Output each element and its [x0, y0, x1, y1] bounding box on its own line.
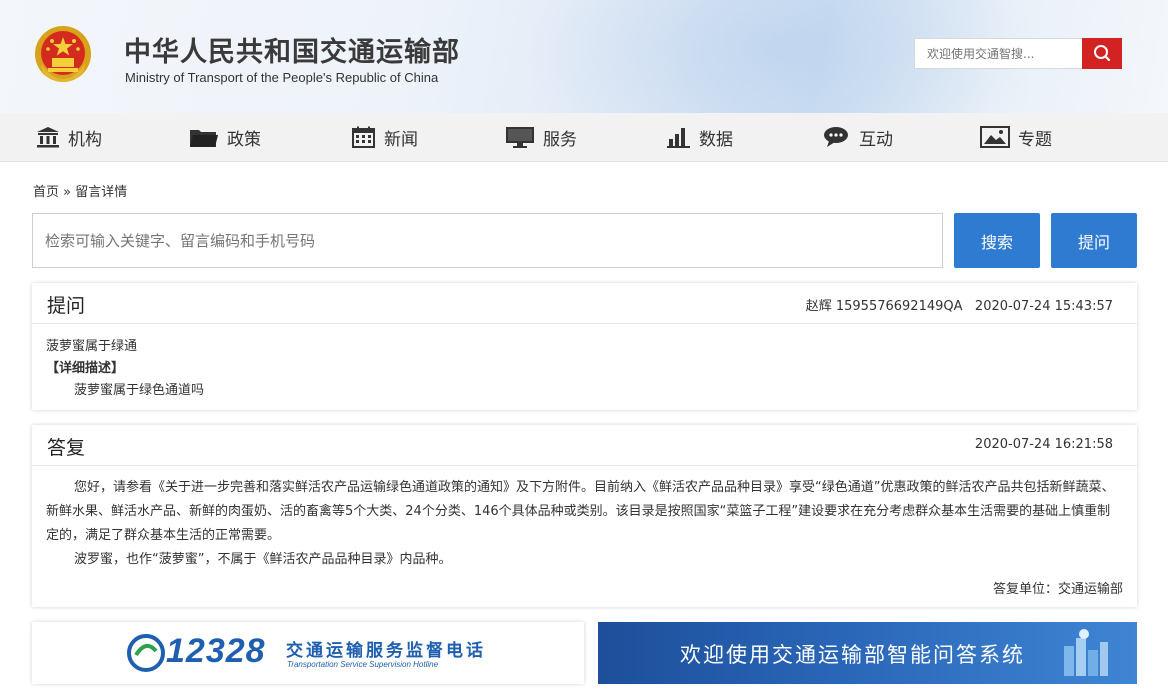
- ask-question-button[interactable]: 提问: [1051, 213, 1137, 268]
- nav-item-zhengce[interactable]: 政策: [189, 113, 261, 161]
- question-detail: 菠萝蜜属于绿色通道吗: [74, 383, 205, 398]
- site-title-en: Ministry of Transport of the People's Re…: [125, 70, 439, 85]
- nav-item-zhuanti[interactable]: 专题: [980, 113, 1052, 161]
- question-heading: 提问: [47, 295, 86, 317]
- robot-icon: [1064, 629, 1108, 676]
- nav-label: 服务: [543, 129, 577, 150]
- question-body: 菠萝蜜属于绿通 【详细描述】 菠萝蜜属于绿色通道吗: [32, 324, 1137, 414]
- folder-icon: [190, 130, 218, 147]
- question-panel: 提问 赵辉 1595576692149QA 2020-07-24 15:43:5…: [32, 283, 1137, 410]
- question-subject: 菠萝蜜属于绿通: [46, 339, 138, 354]
- breadcrumb-current: 留言详情: [75, 185, 128, 200]
- question-header: 提问 赵辉 1595576692149QA 2020-07-24 15:43:5…: [32, 283, 1137, 324]
- nav-item-hudong[interactable]: 互动: [823, 113, 893, 161]
- question-detail-label: 【详细描述】: [46, 361, 125, 376]
- smart-qa-title: 欢迎使用交通运输部智能问答系统: [680, 643, 1025, 667]
- hotline-logo-icon: [127, 634, 165, 672]
- answer-unit: 答复单位：交通运输部: [992, 582, 1123, 597]
- monitor-icon: [506, 127, 534, 148]
- answer-panel: 答复 2020-07-24 16:21:58 您好，请参看《关于进一步完善和落实…: [32, 425, 1137, 607]
- search-icon: [1094, 45, 1111, 62]
- hotline-banner[interactable]: 12328 交通运输服务监督电话 Transportation Service …: [32, 622, 584, 684]
- hotline-number: 12328: [166, 632, 266, 670]
- answer-paragraph: 波罗蜜，也作“菠萝蜜”，不属于《鲜活农产品品种目录》内品种。: [74, 552, 452, 567]
- main-nav: 机构 政策 新闻 服务 数据 互动 专题: [0, 113, 1168, 162]
- breadcrumb: 首页 » 留言详情: [33, 181, 127, 200]
- image-icon: [980, 126, 1010, 148]
- answer-time: 2020-07-24 16:21:58: [974, 437, 1113, 452]
- nav-item-jigou[interactable]: 机构: [36, 113, 102, 161]
- bar-chart-icon: [667, 128, 690, 148]
- question-code: 1595576692149QA: [835, 299, 963, 314]
- nav-label: 政策: [227, 129, 261, 150]
- breadcrumb-home[interactable]: 首页: [33, 185, 59, 200]
- nav-label: 专题: [1018, 129, 1052, 150]
- site-title-cn: 中华人民共和国交通运输部: [124, 37, 460, 68]
- smart-qa-banner[interactable]: 欢迎使用交通运输部智能问答系统: [598, 622, 1137, 684]
- site-search: [914, 38, 1122, 69]
- search-button[interactable]: 搜索: [954, 213, 1040, 268]
- nav-label: 数据: [699, 129, 733, 150]
- nav-label: 互动: [859, 129, 893, 150]
- message-search-input[interactable]: [33, 214, 942, 267]
- question-time: 2020-07-24 15:43:57: [974, 299, 1113, 314]
- nav-item-xinwen[interactable]: 新闻: [352, 113, 418, 161]
- question-author: 赵辉: [805, 299, 832, 314]
- message-search-box: [32, 213, 943, 268]
- building-icon: [37, 127, 59, 148]
- answer-paragraph: 您好，请参看《关于进一步完善和落实鲜活农产品运输绿色通道政策的通知》及下方附件。…: [46, 480, 1115, 543]
- hotline-subtitle: Transportation Service Supervision Hotli…: [287, 660, 439, 669]
- chat-icon: [824, 127, 848, 147]
- national-emblem-icon[interactable]: [33, 24, 93, 86]
- hotline-title: 交通运输服务监督电话: [286, 641, 486, 661]
- nav-label: 机构: [68, 129, 102, 150]
- nav-label: 新闻: [384, 129, 418, 150]
- calendar-icon: [352, 126, 375, 148]
- breadcrumb-separator: »: [63, 185, 72, 200]
- question-meta: 赵辉 1595576692149QA 2020-07-24 15:43:57: [806, 295, 1113, 314]
- answer-header: 答复 2020-07-24 16:21:58: [32, 425, 1137, 466]
- answer-body: 您好，请参看《关于进一步完善和落实鲜活农产品运输绿色通道政策的通知》及下方附件。…: [32, 466, 1137, 572]
- nav-item-shuju[interactable]: 数据: [667, 113, 733, 161]
- answer-heading: 答复: [47, 437, 86, 459]
- site-search-input[interactable]: [914, 38, 1082, 69]
- site-header: 中华人民共和国交通运输部 Ministry of Transport of th…: [0, 0, 1168, 113]
- nav-item-fuwu[interactable]: 服务: [505, 113, 577, 161]
- site-search-button[interactable]: [1082, 38, 1122, 69]
